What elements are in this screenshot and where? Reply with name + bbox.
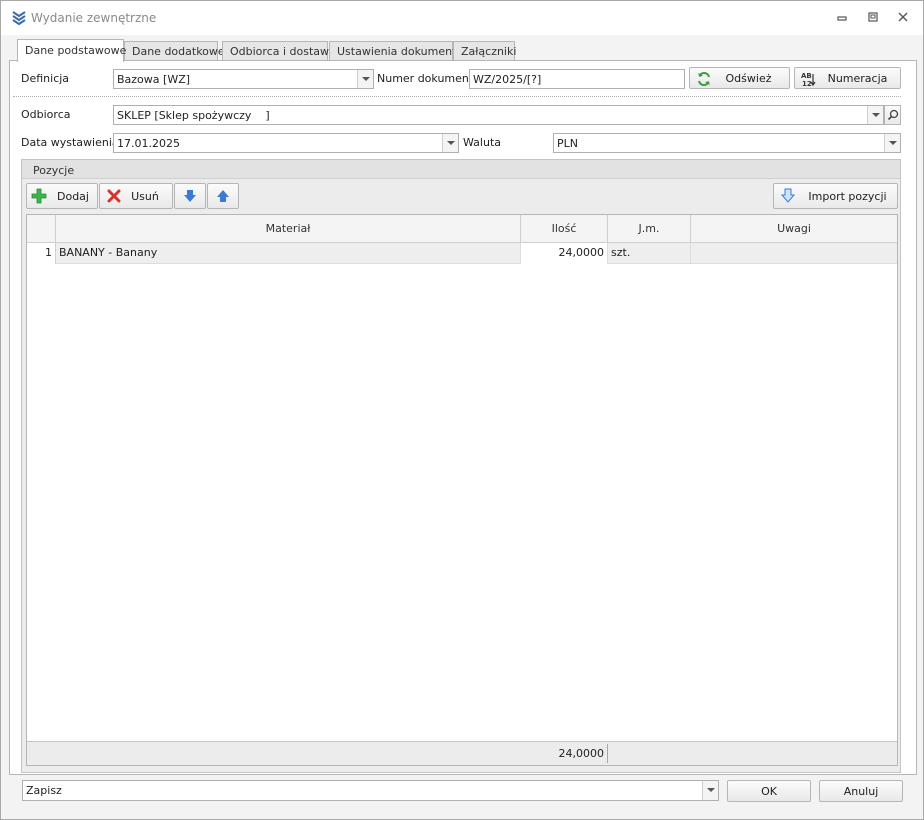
odbiorca-label: Odbiorca [21,108,71,121]
cell-jm[interactable]: szt. [608,243,691,264]
numeracja-label: Numeracja [827,71,888,85]
chevron-down-icon[interactable] [867,106,883,124]
odswiez-button[interactable]: Odśwież [689,67,790,89]
minimize-icon[interactable] [834,11,850,25]
chevron-down-icon[interactable] [357,70,373,88]
search-icon [887,109,898,121]
cell-material[interactable]: BANANY - Banany [56,243,521,264]
restore-icon[interactable] [865,11,881,25]
app-logo-icon [12,11,26,26]
data-wystawienia-label: Data wystawienia [21,136,119,149]
definicja-select[interactable]: Bazowa [WZ] [113,69,374,89]
cell-ilosc[interactable]: 24,0000 [521,243,608,264]
row-number: 1 [27,243,56,264]
bottom-bar: Zapisz OK Anuluj [1,776,923,819]
dodaj-button[interactable]: Dodaj [26,183,98,209]
close-icon[interactable] [895,11,911,25]
numbering-icon: AB 12 [801,72,816,87]
column-header-material[interactable]: Materiał [56,215,521,243]
divider [13,96,901,97]
column-header-ilosc[interactable]: Ilość [521,215,608,243]
definicja-value: Bazowa [WZ] [117,73,191,86]
waluta-select[interactable]: PLN [553,133,901,153]
table-row[interactable]: 1 BANANY - Banany 24,0000 szt. [27,243,897,264]
arrow-up-icon [217,190,229,202]
numer-dokumentu-label: Numer dokumentu [377,72,481,85]
table-summary-row: 24,0000 [27,741,897,765]
tab-ustawienia-dokumentu[interactable]: Ustawienia dokumentu [329,41,463,61]
import-arrow-icon [780,188,796,203]
data-wystawienia-value: 17.01.2025 [117,137,180,150]
refresh-icon [698,71,710,87]
tab-zalaczniki[interactable]: Załączniki [453,41,516,61]
usun-button[interactable]: Usuń [99,183,173,209]
column-header-jm[interactable]: J.m. [608,215,691,243]
title-bar: Wydanie zewnętrzne [1,1,923,35]
total-ilosc: 24,0000 [521,744,608,763]
action-select[interactable]: Zapisz [22,780,719,801]
tab-dane-dodatkowe[interactable]: Dane dodatkowe [124,41,225,61]
svg-text:12: 12 [802,80,812,87]
waluta-label: Waluta [463,136,501,149]
chevron-down-icon[interactable] [702,781,718,800]
svg-text:AB: AB [801,72,812,80]
cell-uwagi[interactable] [691,243,897,264]
delete-icon [107,189,121,203]
import-pozycji-button[interactable]: Import pozycji [773,183,898,209]
numeracja-button[interactable]: AB 12 Numeracja [794,67,901,89]
move-up-button[interactable] [207,183,239,209]
chevron-down-icon[interactable] [884,134,900,152]
anuluj-button[interactable]: Anuluj [819,780,903,802]
dialog-window: Wydanie zewnętrzne Dane podstawowe Dane … [0,0,924,820]
arrow-down-icon [184,190,196,202]
chevron-down-icon[interactable] [442,134,458,152]
move-down-button[interactable] [174,183,206,209]
tab-dane-podstawowe[interactable]: Dane podstawowe [17,39,126,62]
data-wystawienia-picker[interactable]: 17.01.2025 [113,133,459,153]
numer-dokumentu-value: WZ/2025/[?] [473,73,542,86]
ok-button[interactable]: OK [727,780,811,802]
tab-odbiorca-i-dostawa[interactable]: Odbiorca i dostawa [222,41,336,61]
window-title: Wydanie zewnętrzne [31,11,157,25]
add-icon [31,188,47,204]
row-number-header [27,215,56,243]
column-header-uwagi[interactable]: Uwagi [691,215,897,243]
action-value: Zapisz [26,784,62,797]
odswiez-label: Odśwież [725,71,772,85]
pozycje-title: Pozycje [33,164,75,177]
numer-dokumentu-input[interactable]: WZ/2025/[?] [469,69,685,89]
pozycje-group: Pozycje Dodaj Usuń Import pozycji Materi… [21,159,901,773]
waluta-value: PLN [557,137,578,150]
odbiorca-search-button[interactable] [884,105,901,125]
import-pozycji-label: Import pozycji [808,189,887,203]
pozycje-header: Pozycje [22,160,900,179]
positions-table[interactable]: Materiał Ilość J.m. Uwagi 1 BANANY - Ban… [26,214,898,766]
definicja-label: Definicja [21,72,70,85]
odbiorca-select[interactable]: SKLEP [Sklep spożywczy ] [113,105,884,125]
odbiorca-value: SKLEP [Sklep spożywczy ] [117,109,270,122]
